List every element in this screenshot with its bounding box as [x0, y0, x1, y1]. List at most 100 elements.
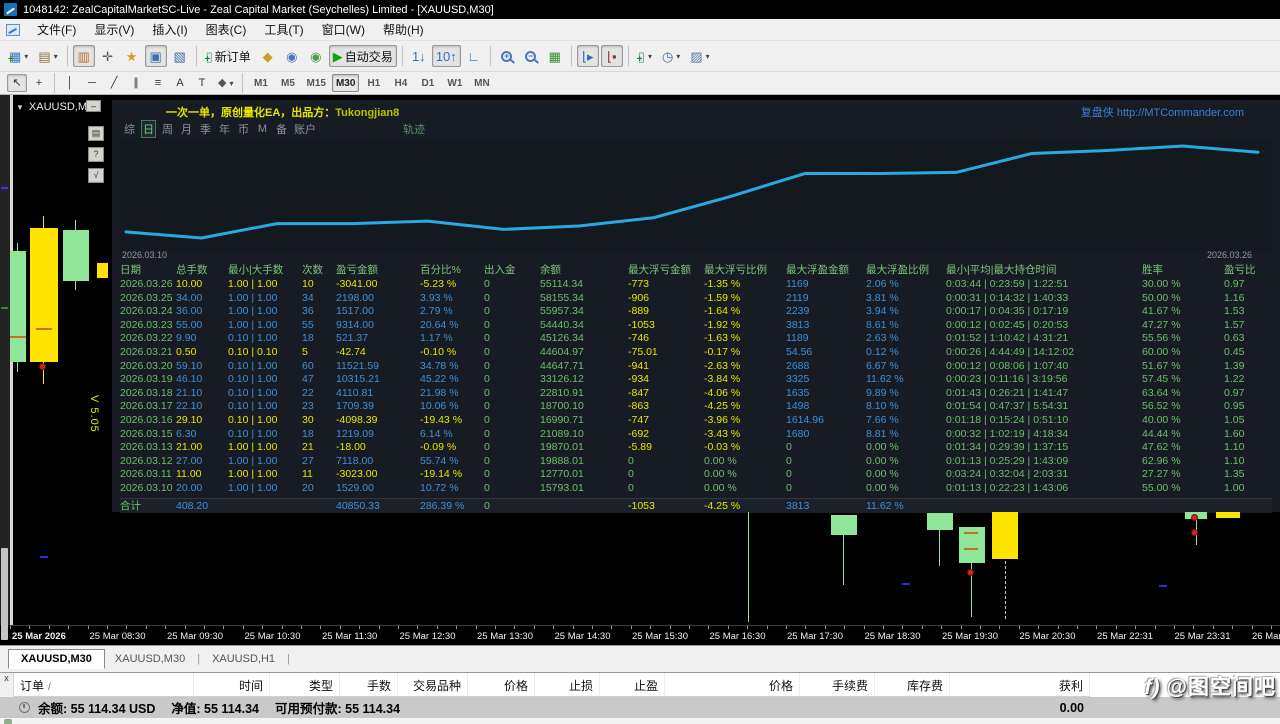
timeframe-d1[interactable]: D1	[415, 74, 440, 92]
templates-button[interactable]: ▨▾	[686, 45, 713, 67]
autoscroll-button[interactable]: 1↓	[408, 45, 430, 67]
stats-cell: 47.62 %	[1142, 441, 1224, 455]
terminal-column-3[interactable]: 手数	[340, 673, 398, 696]
shapes-button[interactable]: ◆▾	[214, 74, 237, 92]
terminal-column-1[interactable]: 时间	[194, 673, 270, 696]
stats-cell: 9.89 %	[866, 387, 946, 401]
terminal-column-8[interactable]: 价格	[665, 673, 800, 696]
fibonacci-button[interactable]: ≡	[148, 74, 168, 92]
zoom-out-button[interactable]: −	[520, 45, 542, 67]
zoom-in-button[interactable]: +	[496, 45, 518, 67]
panel-tab-日[interactable]: 日	[141, 120, 156, 138]
stats-cell: 1.00 | 1.00	[228, 441, 302, 455]
terminal-column-11[interactable]: 获利	[950, 673, 1090, 696]
chart-shift-button[interactable]: 10↑	[432, 45, 461, 67]
text-button[interactable]: A	[170, 74, 190, 92]
timeframe-w1[interactable]: W1	[442, 74, 467, 92]
chart-arrange-b-button[interactable]: ⌊▪	[601, 45, 623, 67]
menu-item-5[interactable]: 窗口(W)	[313, 18, 374, 41]
cursor-button[interactable]: ↖	[7, 74, 27, 92]
periods-button[interactable]: ◷▾	[658, 45, 684, 67]
panel-list-button[interactable]: ▤	[88, 126, 104, 141]
menu-item-6[interactable]: 帮助(H)	[374, 18, 433, 41]
vertical-line-button[interactable]: │	[60, 74, 80, 92]
timeframe-m1[interactable]: M1	[248, 74, 273, 92]
panel-tab-账户[interactable]: 账户	[293, 121, 317, 137]
chart-tab-1[interactable]: XAUUSD,M30	[105, 650, 195, 668]
community-button[interactable]: ◉	[281, 45, 303, 67]
chart-tab-2[interactable]: XAUUSD,H1	[202, 650, 285, 668]
menu-item-0[interactable]: 文件(F)	[28, 18, 85, 41]
tile-windows-button[interactable]: ▦	[544, 45, 566, 67]
trendline-button[interactable]: ╱	[104, 74, 124, 92]
panel-help-button[interactable]: ?	[88, 147, 104, 162]
timeframe-m5[interactable]: M5	[275, 74, 300, 92]
timeframe-m30[interactable]: M30	[332, 74, 359, 92]
panel-tab-track[interactable]: 轨迹	[403, 121, 425, 137]
menu-item-1[interactable]: 显示(V)	[85, 18, 143, 41]
new-order-button[interactable]: ▯+新订单	[202, 45, 255, 67]
terminal-column-6[interactable]: 止损	[535, 673, 600, 696]
axis-tick	[1193, 626, 1194, 629]
metaeditor-button[interactable]: ◆	[257, 45, 279, 67]
vertical-line-button-icon: │	[67, 78, 74, 89]
panel-apply-button[interactable]: √	[88, 168, 104, 183]
panel-tab-周[interactable]: 周	[160, 121, 175, 137]
navigator-button[interactable]: ★	[121, 45, 143, 67]
timeframe-h4[interactable]: H4	[388, 74, 413, 92]
auto-trading-button[interactable]: ▶自动交易	[329, 45, 397, 67]
terminal-column-5[interactable]: 价格	[468, 673, 535, 696]
ea-brand-link[interactable]: 复盘侠 http://MTCommander.com	[1081, 104, 1244, 120]
stats-cell: 0:01:43 | 0:26:21 | 1:41:47	[946, 387, 1142, 401]
data-window-button[interactable]: ✛	[97, 45, 119, 67]
terminal-column-0[interactable]: 订单/	[14, 673, 194, 696]
timeframe-mn[interactable]: MN	[469, 74, 494, 92]
stats-cell: -889	[628, 305, 704, 319]
stats-cell: 1.00 | 1.00	[228, 292, 302, 306]
terminal-column-4[interactable]: 交易品种	[398, 673, 468, 696]
timeframe-m15[interactable]: M15	[302, 74, 329, 92]
panel-tab-月[interactable]: 月	[179, 121, 194, 137]
chart-system-icon[interactable]	[6, 24, 20, 36]
left-scrollbar[interactable]	[0, 95, 10, 625]
panel-tab-季[interactable]: 季	[198, 121, 213, 137]
panel-tab-币[interactable]: 币	[236, 121, 251, 137]
equidistant-channel-button[interactable]: ∥	[126, 74, 146, 92]
panel-tab-备[interactable]: 备	[274, 121, 289, 137]
strategy-tester-button[interactable]: ▧	[169, 45, 191, 67]
stats-cell: 1.35	[1224, 468, 1272, 482]
terminal-button[interactable]: ▣	[145, 45, 167, 67]
terminal-column-10[interactable]: 库存费	[875, 673, 950, 696]
stats-cell: 18	[302, 332, 336, 346]
chevron-down-icon: ▾	[706, 52, 710, 61]
minimize-button[interactable]: –	[86, 100, 101, 112]
horizontal-line-button[interactable]: ─	[82, 74, 102, 92]
chart-arrange-a-button[interactable]: ⌊▸	[577, 45, 599, 67]
axis-tick	[1019, 626, 1020, 629]
candlestick	[831, 515, 857, 535]
signals-button[interactable]: ◉	[305, 45, 327, 67]
docking-button[interactable]: ∟	[463, 45, 485, 67]
terminal-column-7[interactable]: 止盈	[600, 673, 665, 696]
new-chart-button[interactable]: ▦+▾	[5, 45, 32, 67]
stats-cell: -1.92 %	[704, 319, 786, 333]
chart-tab-bar: XAUUSD,M30XAUUSD,M30|XAUUSD,H1|	[0, 645, 1280, 672]
panel-tab-年[interactable]: 年	[217, 121, 232, 137]
panel-tab-M[interactable]: M	[255, 123, 270, 135]
close-icon[interactable]: x	[4, 673, 9, 683]
crosshair-button[interactable]: +	[29, 74, 49, 92]
menu-item-4[interactable]: 工具(T)	[255, 18, 312, 41]
scrollbar-thumb[interactable]	[1, 548, 8, 640]
label-button[interactable]: T	[192, 74, 212, 92]
terminal-column-9[interactable]: 手续费	[800, 673, 875, 696]
market-watch-button[interactable]: ▥	[73, 45, 95, 67]
stats-cell: 9.90	[176, 332, 228, 346]
indicators-button[interactable]: ▯+▾	[634, 45, 656, 67]
profiles-button[interactable]: ▤▾	[34, 45, 61, 67]
chart-tab-0[interactable]: XAUUSD,M30	[8, 649, 105, 669]
menu-item-2[interactable]: 插入(I)	[143, 18, 196, 41]
menu-item-3[interactable]: 图表(C)	[197, 18, 256, 41]
panel-tab-综[interactable]: 综	[122, 121, 137, 137]
timeframe-h1[interactable]: H1	[361, 74, 386, 92]
terminal-column-2[interactable]: 类型	[270, 673, 340, 696]
